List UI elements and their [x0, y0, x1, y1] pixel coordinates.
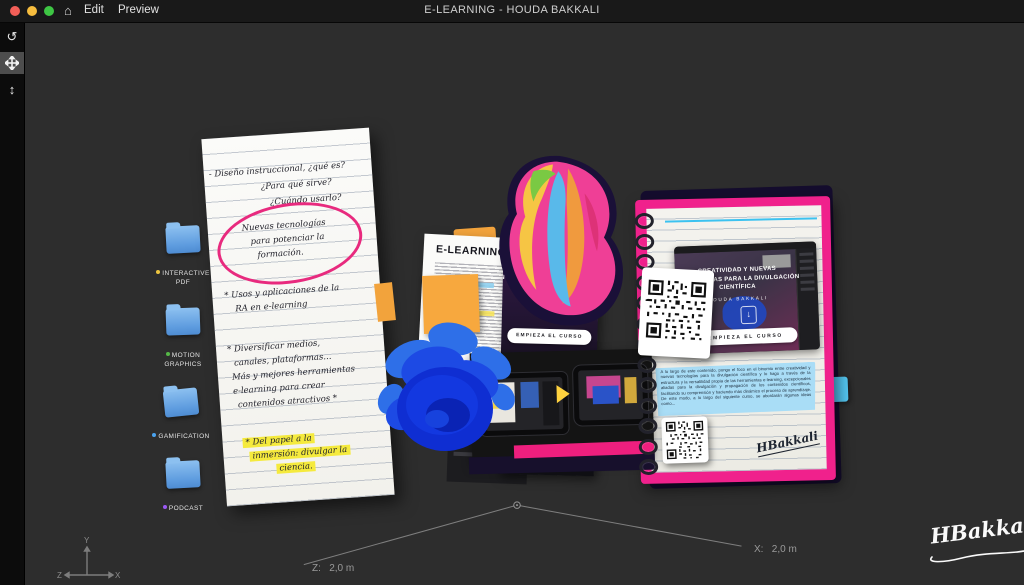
move-tool-button[interactable]	[0, 52, 24, 74]
gizmo-z-label: Z	[57, 571, 62, 580]
folder-icon	[162, 387, 200, 418]
qr-code	[664, 419, 706, 461]
asset-folder-interactive-pdf[interactable]: INTERACTIVE PDF	[151, 225, 215, 287]
scene-canvas[interactable]: Z: 2,0 m X: 2,0 m Y Z X INTERACTIVEPDF	[25, 23, 1024, 585]
folder-icon	[165, 460, 201, 489]
folder-label: PODCAST	[151, 504, 215, 513]
highlighted-paragraph[interactable]: A lo largo de este contenido, pongo el f…	[655, 362, 816, 416]
folder-icon	[165, 225, 201, 254]
abstract-swirl-artwork[interactable]	[488, 150, 626, 336]
axis-gizmo: Y Z X	[57, 536, 121, 580]
folder-icon	[165, 307, 201, 336]
aero-editor-window: ⌂ Edit Preview E-LEARNING - HOUDA BAKKAL…	[0, 0, 1024, 585]
menubar: ⌂ Edit Preview E-LEARNING - HOUDA BAKKAL…	[0, 0, 1024, 23]
scale-icon: ↕	[8, 81, 16, 97]
folder-label: INTERACTIVE PDF	[151, 269, 215, 287]
gizmo-x-label: X	[115, 571, 121, 580]
move-icon	[5, 56, 19, 70]
handwritten-note[interactable]: - Diseño instruccional, ¿qué es? ¿Para q…	[201, 127, 395, 507]
status-dot	[152, 433, 157, 437]
qr-code-card[interactable]	[637, 267, 715, 359]
qr-code	[643, 277, 709, 343]
asset-folder-gamification[interactable]: GAMIFICATION	[149, 387, 213, 441]
down-arrow-icon: ↓	[740, 305, 757, 325]
folder-label: MOTION GRAPHICS	[164, 352, 202, 368]
x-distance-label: X: 2,0 m	[754, 544, 797, 555]
paragraph-text: A lo largo de este contenido, pongo el f…	[660, 364, 812, 407]
z-distance-label: Z: 2,0 m	[312, 563, 355, 574]
note-line: ¿Para qué sirve?	[260, 177, 333, 193]
status-dot	[156, 270, 161, 274]
status-dot	[162, 505, 167, 509]
tool-rail: ↺ ↕	[0, 22, 25, 585]
signature-flourish	[929, 550, 1024, 563]
status-dot	[165, 352, 170, 356]
gizmo-y-label: Y	[84, 536, 90, 545]
scale-tool-button[interactable]: ↕	[0, 78, 24, 100]
rotate-tool-button[interactable]: ↺	[0, 26, 24, 48]
rotate-icon: ↺	[6, 29, 18, 44]
folder-label: GAMIFICATION	[149, 432, 213, 441]
window-title: E-LEARNING - HOUDA BAKKALI	[424, 4, 600, 16]
asset-folder-motion-graphics[interactable]: MOTION GRAPHICS	[151, 307, 215, 369]
play-arrow-icon	[556, 384, 570, 404]
qr-code-card-small[interactable]	[661, 416, 709, 464]
asset-folder-podcast[interactable]: PODCAST	[151, 460, 215, 513]
blue-flower-artwork[interactable]	[375, 313, 517, 469]
note-line: ciencia.	[276, 460, 317, 476]
